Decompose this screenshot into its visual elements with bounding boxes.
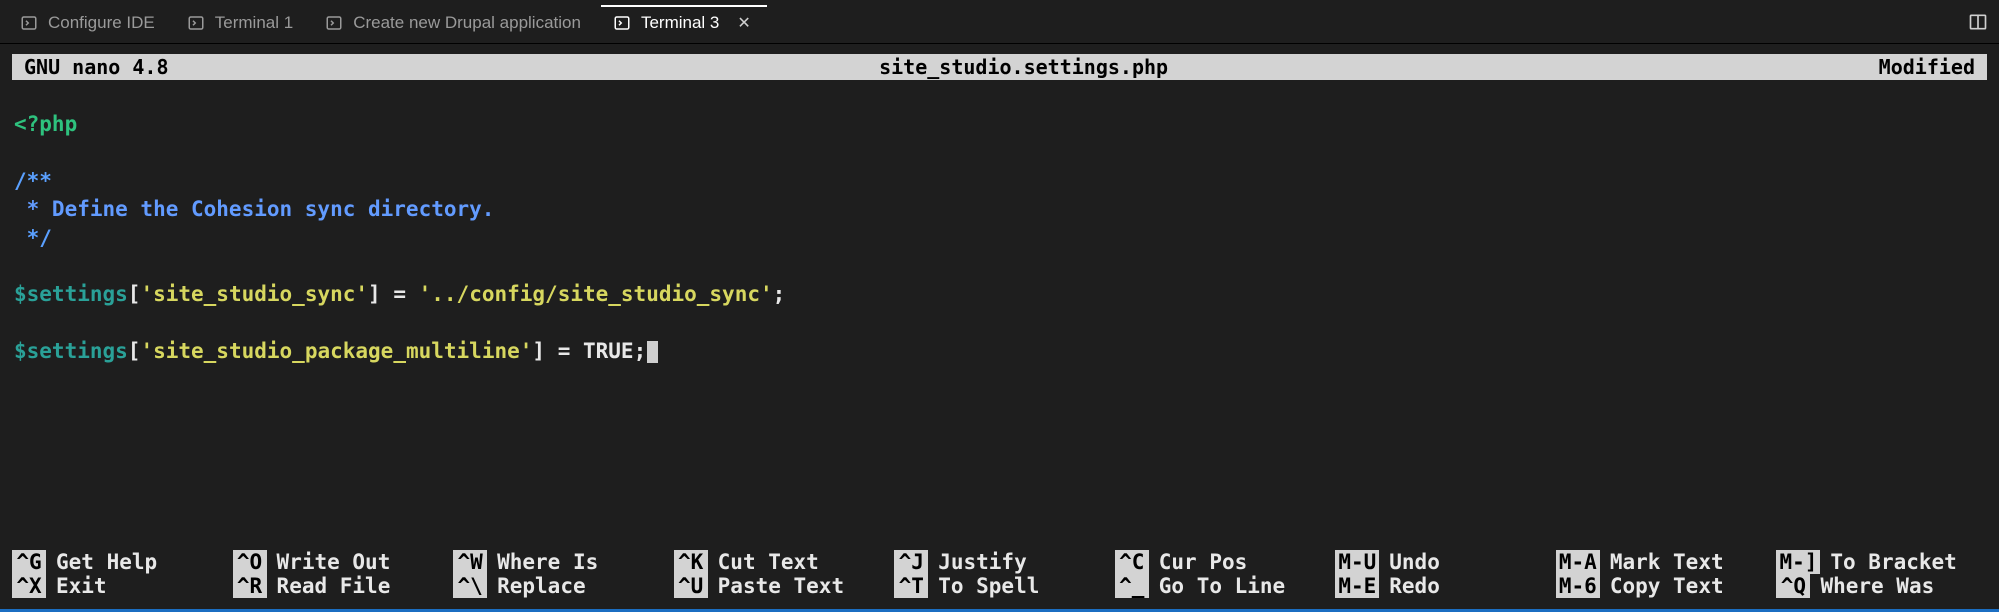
code-token: * Define the Cohesion sync directory.	[14, 197, 494, 221]
shortcut[interactable]: M-UUndo	[1335, 550, 1546, 574]
code-token: ;	[773, 282, 786, 306]
code-token: ;	[634, 339, 647, 363]
code-token: ]	[532, 339, 545, 363]
shortcut[interactable]: ^UPaste Text	[674, 574, 885, 598]
code-token: [	[128, 339, 141, 363]
terminal-icon	[187, 14, 205, 32]
nano-filename: site_studio.settings.php	[169, 54, 1879, 81]
tab-label: Terminal 1	[215, 13, 293, 33]
code-token: 'site_studio_package_multiline'	[140, 339, 532, 363]
shortcut[interactable]: ^\Replace	[453, 574, 664, 598]
code-token: TRUE	[583, 339, 634, 363]
tab-label: Configure IDE	[48, 13, 155, 33]
code-token: 'site_studio_sync'	[140, 282, 368, 306]
tab-create-drupal[interactable]: Create new Drupal application	[313, 5, 597, 39]
shortcut[interactable]: ^GGet Help	[12, 550, 223, 574]
code-token: '../config/site_studio_sync'	[419, 282, 773, 306]
editor-content[interactable]: <?php /** * Define the Cohesion sync dir…	[12, 80, 1987, 396]
shortcut[interactable]: ^XExit	[12, 574, 223, 598]
tab-configure-ide[interactable]: Configure IDE	[8, 5, 171, 39]
shortcut[interactable]: ^_Go To Line	[1115, 574, 1326, 598]
tab-terminal-1[interactable]: Terminal 1	[175, 5, 309, 39]
tab-label: Terminal 3	[641, 13, 719, 33]
close-icon[interactable]: ✕	[737, 13, 750, 33]
terminal-panel[interactable]: GNU nano 4.8 site_studio.settings.php Mo…	[0, 44, 1999, 396]
shortcut[interactable]: M-6Copy Text	[1556, 574, 1767, 598]
shortcut[interactable]: ^TTo Spell	[894, 574, 1105, 598]
nano-title-bar: GNU nano 4.8 site_studio.settings.php Mo…	[12, 54, 1987, 80]
shortcut[interactable]: M-AMark Text	[1556, 550, 1767, 574]
code-token: ]	[368, 282, 381, 306]
split-editor-button[interactable]	[1965, 9, 1991, 35]
shortcut[interactable]: ^WWhere Is	[453, 550, 664, 574]
tab-label: Create new Drupal application	[353, 13, 581, 33]
terminal-icon	[613, 14, 631, 32]
shortcut[interactable]: ^JJustify	[894, 550, 1105, 574]
shortcut[interactable]: ^KCut Text	[674, 550, 885, 574]
tab-bar: Configure IDE Terminal 1 Create new Drup…	[0, 0, 1999, 44]
shortcut[interactable]: M-]To Bracket	[1776, 550, 1987, 574]
nano-shortcut-bar: ^GGet Help ^OWrite Out ^WWhere Is ^KCut …	[12, 550, 1987, 598]
nano-version: GNU nano 4.8	[24, 54, 169, 81]
code-token: =	[545, 339, 583, 363]
code-token: [	[128, 282, 141, 306]
code-token: */	[14, 226, 52, 250]
shortcut[interactable]: ^QWhere Was	[1776, 574, 1987, 598]
cursor	[647, 341, 658, 363]
shortcut[interactable]: ^RRead File	[233, 574, 444, 598]
code-token: $settings	[14, 282, 128, 306]
terminal-icon	[20, 14, 38, 32]
shortcut[interactable]: M-ERedo	[1335, 574, 1546, 598]
terminal-icon	[325, 14, 343, 32]
nano-status: Modified	[1879, 54, 1975, 81]
tab-terminal-3[interactable]: Terminal 3 ✕	[601, 5, 767, 39]
shortcut[interactable]: ^OWrite Out	[233, 550, 444, 574]
shortcut[interactable]: ^CCur Pos	[1115, 550, 1326, 574]
code-token: $settings	[14, 339, 128, 363]
code-token: <?php	[14, 112, 77, 136]
code-token: /**	[14, 169, 52, 193]
code-token: =	[381, 282, 419, 306]
